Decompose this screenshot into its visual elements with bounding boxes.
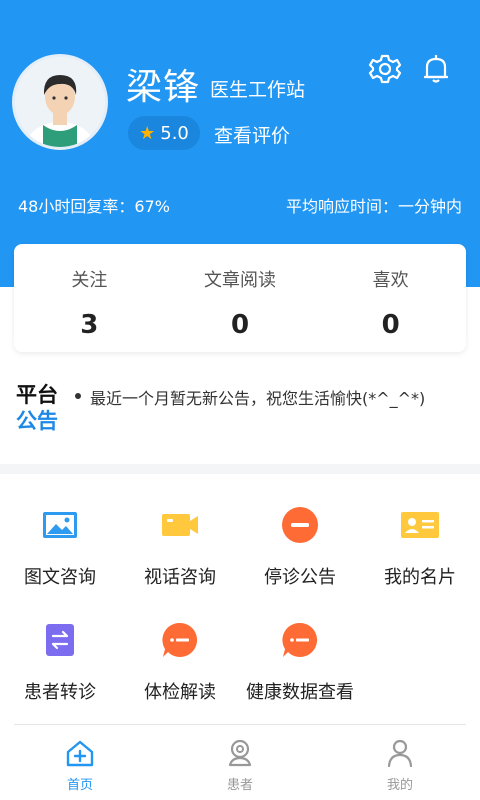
stat-likes[interactable]: 喜欢 0 [315, 244, 466, 352]
chat-bubble-icon [282, 622, 318, 657]
bell-icon[interactable] [419, 52, 453, 86]
view-reviews-link[interactable]: 查看评价 [214, 121, 290, 148]
star-icon: ★ [139, 122, 156, 144]
menu-my-card[interactable]: 我的名片 [360, 505, 480, 589]
menu-label: 图文咨询 [24, 567, 96, 588]
transfer-icon [46, 624, 74, 656]
chat-bubble-icon [162, 622, 198, 657]
avg-response-time: 平均响应时间：一分钟内 [285, 197, 462, 216]
tab-label: 首页 [66, 778, 93, 793]
menu-health-data[interactable]: 健康数据查看 [240, 620, 360, 704]
notice-title-line2: 公告 [16, 409, 58, 433]
menu-text-consult[interactable]: 图文咨询 [0, 505, 120, 589]
notice-title-line1: 平台 [16, 383, 58, 407]
image-icon [43, 512, 77, 538]
menu-label: 停诊公告 [264, 567, 336, 588]
rating-badge: ★ 5.0 [128, 116, 200, 150]
tab-label: 我的 [386, 778, 413, 793]
minus-circle-icon [282, 507, 318, 543]
menu-patient-transfer[interactable]: 患者转诊 [0, 620, 120, 704]
notice-text[interactable]: 最近一个月暂无新公告，祝您生活愉快(*^_^*) [90, 385, 425, 409]
tabbar-divider [14, 724, 466, 725]
menu-label: 健康数据查看 [246, 682, 354, 703]
section-divider [0, 464, 480, 474]
tab-mine[interactable]: 我的 [320, 726, 480, 800]
tab-patients[interactable]: 患者 [160, 726, 320, 800]
stat-label: 关注 [71, 270, 108, 291]
tab-label: 患者 [226, 778, 253, 793]
avatar[interactable] [12, 54, 108, 150]
home-icon [66, 740, 94, 767]
stats-card: 关注 3 文章阅读 0 喜欢 0 [14, 244, 466, 352]
gear-icon[interactable] [368, 52, 402, 86]
stat-article-reads[interactable]: 文章阅读 0 [165, 244, 316, 352]
bottom-tab-bar: 首页 患者 我的 [0, 726, 480, 800]
menu-label: 患者转诊 [24, 682, 96, 703]
platform-notice-title: 平台 公告 [16, 382, 58, 434]
doctor-role: 医生工作站 [210, 79, 306, 101]
bullet-dot [75, 393, 81, 399]
stat-value: 3 [80, 310, 99, 340]
stat-follow[interactable]: 关注 3 [14, 244, 165, 352]
menu-label: 体检解读 [144, 682, 216, 703]
menu-checkup-interpretation[interactable]: 体检解读 [120, 620, 240, 704]
stat-value: 0 [230, 310, 250, 340]
stat-label: 喜欢 [372, 270, 409, 291]
patient-icon [228, 739, 252, 767]
user-icon [387, 739, 413, 768]
menu-suspension-notice[interactable]: 停诊公告 [240, 505, 360, 589]
menu-label: 视话咨询 [144, 567, 216, 588]
doctor-avatar-icon [15, 57, 105, 147]
stat-value: 0 [381, 310, 400, 340]
id-card-icon [401, 512, 439, 538]
menu-video-consult[interactable]: 视话咨询 [120, 505, 240, 589]
tab-home[interactable]: 首页 [0, 726, 160, 800]
rating-value: 5.0 [160, 122, 189, 144]
video-icon [162, 514, 198, 536]
stat-label: 文章阅读 [204, 270, 276, 291]
doctor-name: 梁锋 [126, 67, 201, 108]
reply-rate: 48小时回复率：67% [18, 197, 170, 216]
menu-label: 我的名片 [384, 567, 456, 588]
